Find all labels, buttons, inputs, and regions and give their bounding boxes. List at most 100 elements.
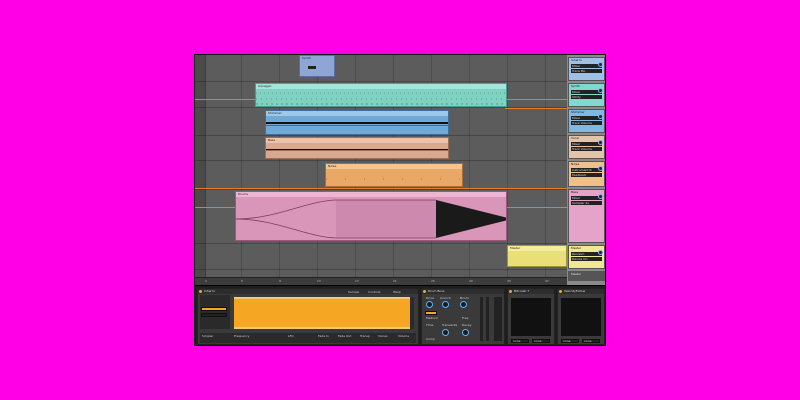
clip-label: Arpeggio [256,84,506,89]
track-header-main[interactable]: Master [568,271,605,281]
tab-controls[interactable]: Controls [368,290,380,295]
device-title: Inharm [204,289,215,293]
ruler-tick: 5 [241,279,243,283]
macro-dropdown-2[interactable]: none [582,339,600,343]
param-chooser[interactable]: Track Volume [571,121,602,125]
volume-knob[interactable] [598,140,603,145]
crunch-label: Crunch [440,296,451,300]
param-chooser[interactable]: Trace Mo [571,69,602,73]
mode-button[interactable] [201,307,227,311]
track-header-vocal[interactable]: Vocal Mixer Track Volume [568,135,605,159]
arrangement-view: Synth Arpeggio Shimmer Bass Noise Drums … [195,55,567,277]
drum-buss-device[interactable]: Drum Buss Drive Crunch Boom Medium Time … [421,288,505,345]
clip-master[interactable]: Master [507,245,567,267]
tab-sample[interactable]: Sample [348,290,359,295]
volume-knob[interactable] [598,194,603,199]
ruler-tick: 29 [469,279,473,283]
noise-notes [326,178,462,180]
ruler-tick: 1 [205,279,207,283]
fade-out-label: Fade Out [338,334,352,338]
time-label: Time [426,323,434,327]
macro-dropdown-1[interactable]: none [511,339,529,343]
velocity-follow-device[interactable]: VelocityFollow none none [557,288,605,345]
power-icon[interactable] [509,290,512,293]
meter-2 [486,297,489,341]
device-title: VelocityFollow [564,289,586,293]
clip-synth[interactable]: Synth [299,55,335,77]
filter-freq-label: Frequency [234,334,250,338]
track-header-noise[interactable]: Noise Instrument R Feedback [568,161,605,187]
meter-1 [480,297,483,341]
device-title-bar: Inharm Sample Controls Warp [198,289,418,294]
warp-toggle[interactable]: Warp [393,290,401,295]
drums-waveform [236,199,506,239]
bitcrush-device[interactable]: Bitcrush 7 none none [507,288,555,345]
medium-label: Medium [426,316,438,320]
track-header-synth[interactable]: Synth Mixer Utility [568,83,605,107]
decay-knob[interactable] [462,329,469,336]
voices-label: Voices [378,334,388,338]
clip-label: Shimmer [266,111,448,116]
volume-knob[interactable] [598,250,603,255]
clip-label: Master [508,246,566,251]
clip-arpeggio[interactable]: Arpeggio [255,83,507,107]
crunch-knob[interactable] [442,301,449,308]
ruler-tick: 37 [545,279,549,283]
track-header-shimmer[interactable]: Shimmer Mixer Track Volume [568,109,605,133]
comp-label: Comp [426,337,435,341]
param-chooser[interactable]: Sampler 4x [571,201,602,205]
volume-knob[interactable] [598,62,603,67]
transients-knob[interactable] [442,329,449,336]
sample-waveform[interactable] [234,297,414,329]
simpler-label: Simpler [202,334,214,338]
transp-label: Transp [360,334,370,338]
power-icon[interactable] [199,290,202,293]
daw-window: Synth Arpeggio Shimmer Bass Noise Drums … [194,54,606,346]
drive-label: Drive [426,296,434,300]
decay-label: Decay [462,323,472,327]
track-header-inharm[interactable]: Inharm Mixer Trace Mo [568,57,605,81]
clip-noise[interactable]: Noise [325,163,463,187]
sample-controls [200,295,230,329]
fade-in-label: Fade In [318,334,329,338]
volume-knob[interactable] [598,166,603,171]
track-headers: Inharm Mixer Trace Mo Synth Mixer Utilit… [567,55,605,285]
clip-shimmer-2[interactable] [265,125,449,135]
power-icon[interactable] [423,290,426,293]
boom-knob[interactable] [460,301,467,308]
device-title-bar: VelocityFollow [558,289,604,294]
param-chooser[interactable]: Device On [571,257,602,261]
track-header-bass[interactable]: Bass Mixer Sampler 4x [568,189,605,243]
power-icon[interactable] [559,290,562,293]
macro-dropdown-1[interactable]: none [561,339,579,343]
device-title-bar: Drum Buss [422,289,504,294]
volume-knob[interactable] [598,88,603,93]
simpler-device[interactable]: Inharm Sample Controls Warp Simpler Freq… [197,288,419,345]
param-chooser[interactable]: Utility [571,95,602,99]
simpler-params: Simpler Frequency LFO Fade In Fade Out T… [200,333,416,343]
device-display [511,298,551,336]
freq-label: Freq [462,316,469,320]
warp-mode-dropdown[interactable] [201,313,227,317]
clip-drums[interactable]: Drums [235,191,507,241]
boom-label: Boom [460,296,469,300]
drive-knob[interactable] [426,301,433,308]
lfo-label: LFO [288,334,294,338]
ruler-tick: 13 [317,279,321,283]
param-chooser[interactable]: Track Volume [571,147,602,151]
clip-bass-2[interactable] [265,150,449,159]
device-title-bar: Bitcrush 7 [508,289,554,294]
clip-label: Bass [266,138,448,143]
clip-label: Noise [326,164,462,169]
ruler-tick: 25 [431,279,435,283]
track-header-master[interactable]: Master Random Device On [568,245,605,269]
transients-label: Transients [442,323,458,327]
output-slider[interactable] [494,297,502,341]
ruler-tick: 21 [393,279,397,283]
track-name: Master [571,272,582,276]
medium-toggle[interactable] [425,311,437,315]
macro-dropdown-2[interactable]: none [532,339,550,343]
param-chooser[interactable]: Feedback [571,173,602,177]
volume-knob[interactable] [598,114,603,119]
device-title: Drum Buss [428,289,445,293]
